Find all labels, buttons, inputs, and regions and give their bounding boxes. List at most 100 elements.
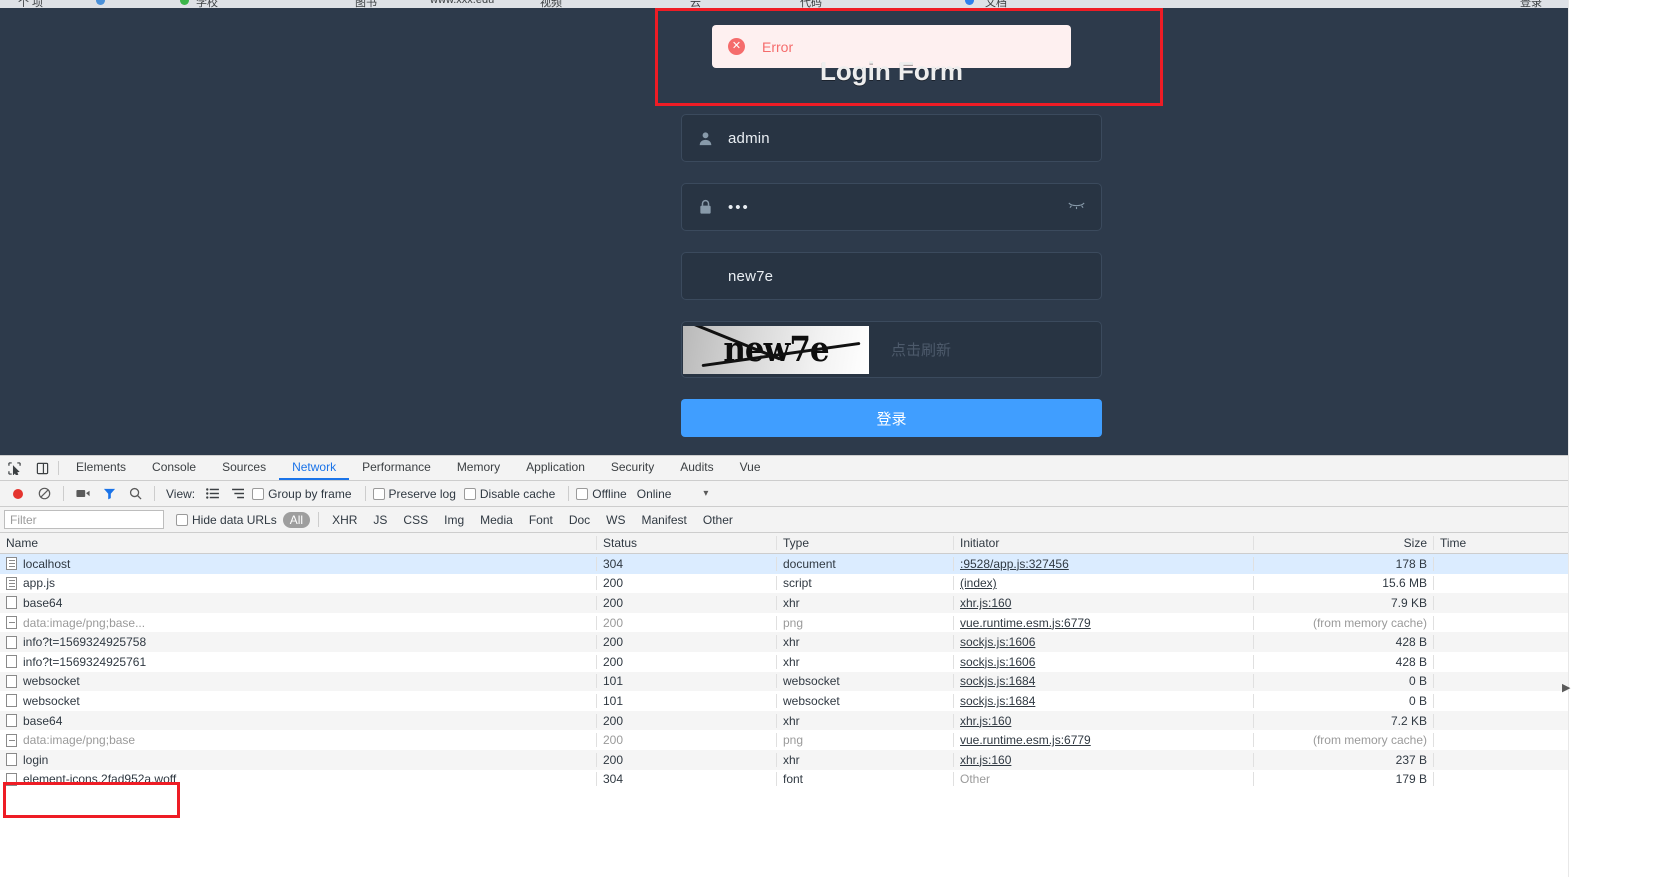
cell-type: xhr <box>777 713 954 728</box>
tab-elements[interactable]: Elements <box>63 456 139 480</box>
group-by-frame-checkbox[interactable]: Group by frame <box>252 487 352 501</box>
column-header-name[interactable]: Name <box>0 536 597 550</box>
password-field[interactable]: ••• <box>681 183 1102 231</box>
request-name: base64 <box>23 713 63 728</box>
table-row[interactable]: base64 200 xhr xhr.js:160 7.9 KB <box>0 593 1568 613</box>
table-row[interactable]: login 200 xhr xhr.js:160 237 B <box>0 749 1568 770</box>
plain-icon <box>6 635 17 649</box>
cell-name: app.js <box>0 576 597 591</box>
type-filter-manifest[interactable]: Manifest <box>635 512 694 528</box>
magnifier-icon[interactable] <box>123 483 147 505</box>
tab-network[interactable]: Network <box>279 456 350 480</box>
column-header-size[interactable]: Size <box>1254 536 1434 550</box>
disable-cache-checkbox[interactable]: Disable cache <box>463 486 556 501</box>
chrome-tab-hint-3: 图书 <box>355 0 377 8</box>
cell-type: document <box>777 556 954 571</box>
initiator-link[interactable]: sockjs.js:1606 <box>960 655 1035 669</box>
type-filter-img[interactable]: Img <box>437 512 471 528</box>
type-filter-ws[interactable]: WS <box>599 512 632 528</box>
captcha-refresh-hint[interactable]: 点击刷新 <box>891 339 951 360</box>
cell-name: base64 <box>0 595 597 610</box>
tab-audits[interactable]: Audits <box>667 456 726 480</box>
initiator-link[interactable]: sockjs.js:1684 <box>960 694 1035 708</box>
initiator-link[interactable]: sockjs.js:1606 <box>960 635 1035 649</box>
chevron-down-icon[interactable]: ▾ <box>703 488 708 499</box>
clear-no-entry-icon[interactable] <box>32 483 56 505</box>
network-toolbar: View: Group by frame Preserve log Disabl… <box>0 481 1568 507</box>
table-row[interactable]: app.js 200 script (index) 15.6 MB <box>0 573 1568 594</box>
column-header-type[interactable]: Type <box>777 536 954 550</box>
table-header-row: Name Status Type Initiator Size Time <box>0 533 1568 554</box>
hide-data-urls-checkbox[interactable]: Hide data URLs <box>176 513 277 527</box>
initiator-link[interactable]: vue.runtime.esm.js:6779 <box>960 616 1091 630</box>
table-row[interactable]: base64 200 xhr xhr.js:160 7.2 KB <box>0 710 1568 731</box>
tab-memory[interactable]: Memory <box>444 456 513 480</box>
initiator-link[interactable]: sockjs.js:1684 <box>960 674 1035 688</box>
type-filter-doc[interactable]: Doc <box>562 512 597 528</box>
throttling-value[interactable]: Online <box>637 487 672 501</box>
request-name: element-icons.2fad952a.woff <box>23 772 177 787</box>
dash-icon <box>6 733 17 747</box>
filter-input[interactable] <box>4 510 164 529</box>
type-filter-all[interactable]: All <box>282 511 311 528</box>
cell-size: (from memory cache) <box>1254 615 1434 630</box>
waterfall-view-icon[interactable] <box>226 483 250 505</box>
type-filter-media[interactable]: Media <box>473 512 520 528</box>
list-view-icon[interactable] <box>200 483 224 505</box>
preserve-log-label: Preserve log <box>388 486 456 501</box>
login-submit-button[interactable]: 登录 <box>681 399 1102 437</box>
tab-security[interactable]: Security <box>598 456 667 480</box>
cell-initiator: :9528/app.js:327456 <box>954 556 1254 571</box>
error-alert-message: Error <box>762 38 794 55</box>
table-row[interactable]: localhost 304 document:9528/app.js:327456 1… <box>0 554 1568 574</box>
column-header-time[interactable]: Time <box>1434 536 1568 550</box>
captcha-row: new7e 点击刷新 <box>681 321 1102 378</box>
username-value: admin <box>728 129 770 147</box>
cell-name: base64 <box>0 713 597 728</box>
table-row[interactable]: websocket 101 websocket sockjs.js:1684 0 B <box>0 671 1568 692</box>
type-filter-css[interactable]: CSS <box>396 512 435 528</box>
table-row[interactable]: data:image/png;base... 200 png vue.runtime.… <box>0 612 1568 633</box>
column-header-status[interactable]: Status <box>597 536 777 550</box>
offline-checkbox[interactable]: Offline <box>576 487 627 501</box>
initiator-link[interactable]: :9528/app.js:327456 <box>960 557 1069 571</box>
password-value: ••• <box>728 198 750 216</box>
table-row[interactable]: info?t=1569324925758 200 xhr sockjs.js:1606… <box>0 632 1568 652</box>
browser-page-viewport: 个 项 学校 图书 www.xxx.edu 视频 云 代码 文档 登录 ✕ Er… <box>0 0 1568 455</box>
cell-name: websocket <box>0 674 597 689</box>
type-filter-font[interactable]: Font <box>522 512 560 528</box>
tab-vue[interactable]: Vue <box>727 456 774 480</box>
table-row[interactable]: websocket 101 websocket sockjs.js:1684 0 B <box>0 691 1568 711</box>
eye-closed-icon[interactable] <box>1068 198 1085 216</box>
device-toolbar-icon[interactable] <box>28 456 56 480</box>
table-row[interactable]: info?t=1569324925761 200 xhr sockjs.js:1606… <box>0 651 1568 672</box>
preserve-log-checkbox[interactable]: Preserve log <box>372 486 456 501</box>
initiator-link[interactable]: xhr.js:160 <box>960 596 1011 610</box>
initiator-link[interactable]: vue.runtime.esm.js:6779 <box>960 733 1091 747</box>
tab-console[interactable]: Console <box>139 456 209 480</box>
funnel-icon[interactable] <box>97 483 121 505</box>
cell-size: 0 B <box>1254 693 1434 708</box>
initiator-link[interactable]: xhr.js:160 <box>960 753 1011 767</box>
type-filter-xhr[interactable]: XHR <box>325 512 364 528</box>
cell-size: (from memory cache) <box>1254 733 1434 748</box>
username-field[interactable]: admin <box>681 114 1102 162</box>
initiator-link[interactable]: xhr.js:160 <box>960 714 1011 728</box>
inspect-element-icon[interactable] <box>0 456 28 480</box>
captcha-input-field[interactable]: new7e <box>681 252 1102 300</box>
column-header-initiator[interactable]: Initiator <box>954 536 1254 550</box>
cell-initiator: sockjs.js:1684 <box>954 674 1254 689</box>
tab-performance[interactable]: Performance <box>349 456 444 480</box>
camera-icon[interactable] <box>71 483 95 505</box>
disable-cache-label: Disable cache <box>479 486 556 501</box>
tab-sources[interactable]: Sources <box>209 456 279 480</box>
table-row[interactable]: data:image/png;base 200 png vue.runtime.esm… <box>0 730 1568 750</box>
record-circle-icon[interactable] <box>6 483 30 505</box>
type-filter-js[interactable]: JS <box>366 512 394 528</box>
initiator-link[interactable]: (index) <box>960 576 997 590</box>
cell-type: websocket <box>777 674 954 689</box>
type-filter-other[interactable]: Other <box>696 512 740 528</box>
captcha-image[interactable]: new7e <box>683 325 869 374</box>
tab-application[interactable]: Application <box>513 456 598 480</box>
table-row[interactable]: element-icons.2fad952a.woff 304 font Other 1… <box>0 769 1568 790</box>
